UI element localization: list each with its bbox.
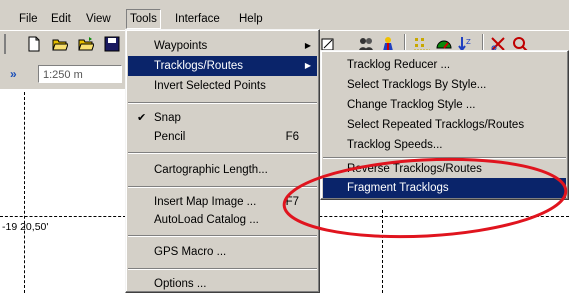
menu-item-tracklog-reducer[interactable]: Tracklog Reducer ... [323, 55, 566, 75]
menu-item-label: Tracklogs/Routes [154, 60, 244, 72]
menu-item-label: Select Repeated Tracklogs/Routes [347, 119, 525, 131]
menu-item-label: AutoLoad Catalog ... [154, 214, 259, 226]
chevron-right-icon[interactable]: » [10, 67, 17, 81]
menu-edit[interactable]: Edit [48, 10, 74, 28]
menu-file[interactable]: File [16, 10, 41, 28]
toolbar-grip [4, 34, 8, 54]
menu-item-label: Pencil [154, 131, 186, 143]
menu-item-label: Waypoints [154, 40, 208, 52]
menu-item-label: Select Tracklogs By Style... [347, 79, 487, 91]
menu-interface[interactable]: Interface [172, 10, 223, 28]
scale-input[interactable]: 1:250 m [38, 65, 122, 83]
menu-item-options[interactable]: Options ... [128, 274, 317, 294]
svg-text:Z: Z [466, 38, 471, 46]
menu-item-tracklogs-routes[interactable]: Tracklogs/Routes ▶ [128, 56, 317, 76]
grid-line-horizontal [284, 216, 569, 217]
menu-item-pencil[interactable]: Pencil F6 [128, 127, 317, 147]
submenu-arrow-icon: ▶ [304, 41, 311, 50]
menu-separator [128, 152, 317, 154]
menu-item-select-repeated-tracklogs[interactable]: Select Repeated Tracklogs/Routes [323, 115, 566, 135]
menu-tools[interactable]: Tools [126, 9, 161, 29]
menu-item-reverse-tracklogs-routes[interactable]: Reverse Tracklogs/Routes [323, 159, 566, 179]
scale-bar: » 1:250 m [0, 59, 128, 89]
menu-item-label: Cartographic Length... [154, 164, 268, 176]
new-file-icon[interactable] [26, 36, 42, 52]
menu-item-shortcut: F6 [285, 131, 299, 143]
menu-item-invert-selected-points[interactable]: Invert Selected Points [128, 76, 317, 96]
menu-item-select-tracklogs-by-style[interactable]: Select Tracklogs By Style... [323, 75, 566, 95]
grid-line-horizontal [0, 216, 126, 217]
open-folder-icon[interactable] [52, 36, 68, 52]
menu-separator [128, 102, 317, 104]
menu-separator [128, 268, 317, 270]
menu-separator [128, 186, 317, 188]
grid-line-vertical [382, 210, 383, 293]
menu-item-label: Fragment Tracklogs [347, 182, 449, 194]
menu-item-label: Reverse Tracklogs/Routes [347, 163, 482, 175]
menu-item-label: Invert Selected Points [154, 80, 266, 92]
grid-line-vertical [24, 92, 25, 293]
menu-item-fragment-tracklogs[interactable]: Fragment Tracklogs [323, 178, 566, 198]
menu-view[interactable]: View [83, 10, 114, 28]
tools-dropdown: Waypoints ▶ Tracklogs/Routes ▶ Invert Se… [125, 29, 320, 293]
menu-item-label: Insert Map Image ... [154, 196, 257, 208]
menu-item-shortcut: F7 [285, 196, 299, 208]
menu-item-autoload-catalog[interactable]: AutoLoad Catalog ... [128, 210, 317, 230]
menu-bar: File Edit View Tools Interface Help [0, 0, 569, 30]
menu-item-label: Snap [154, 112, 181, 124]
tracklogs-routes-submenu: Tracklog Reducer ... Select Tracklogs By… [320, 50, 569, 200]
submenu-arrow-icon: ▶ [304, 61, 311, 70]
menu-item-waypoints[interactable]: Waypoints ▶ [128, 36, 317, 56]
menu-item-label: Change Tracklog Style ... [347, 99, 476, 111]
checkmark-icon: ✔ [137, 112, 147, 124]
menu-help[interactable]: Help [236, 10, 266, 28]
menu-item-label: GPS Macro ... [154, 246, 227, 258]
menu-separator [128, 235, 317, 237]
menu-item-label: Tracklog Reducer ... [347, 59, 451, 71]
save-icon[interactable] [104, 36, 120, 52]
menu-item-tracklog-speeds[interactable]: Tracklog Speeds... [323, 135, 566, 155]
open-folder-alt-icon[interactable] [78, 36, 94, 52]
coordinate-label: -19 20,50' [2, 221, 49, 233]
menu-item-snap[interactable]: ✔ Snap [128, 108, 317, 128]
menu-item-label: Options ... [154, 278, 207, 290]
menu-item-label: Tracklog Speeds... [347, 139, 443, 151]
menu-item-cartographic-length[interactable]: Cartographic Length... [128, 160, 317, 180]
menu-item-insert-map-image[interactable]: Insert Map Image ... F7 [128, 192, 317, 212]
menu-item-change-tracklog-style[interactable]: Change Tracklog Style ... [323, 95, 566, 115]
menu-item-gps-macro[interactable]: GPS Macro ... [128, 242, 317, 262]
